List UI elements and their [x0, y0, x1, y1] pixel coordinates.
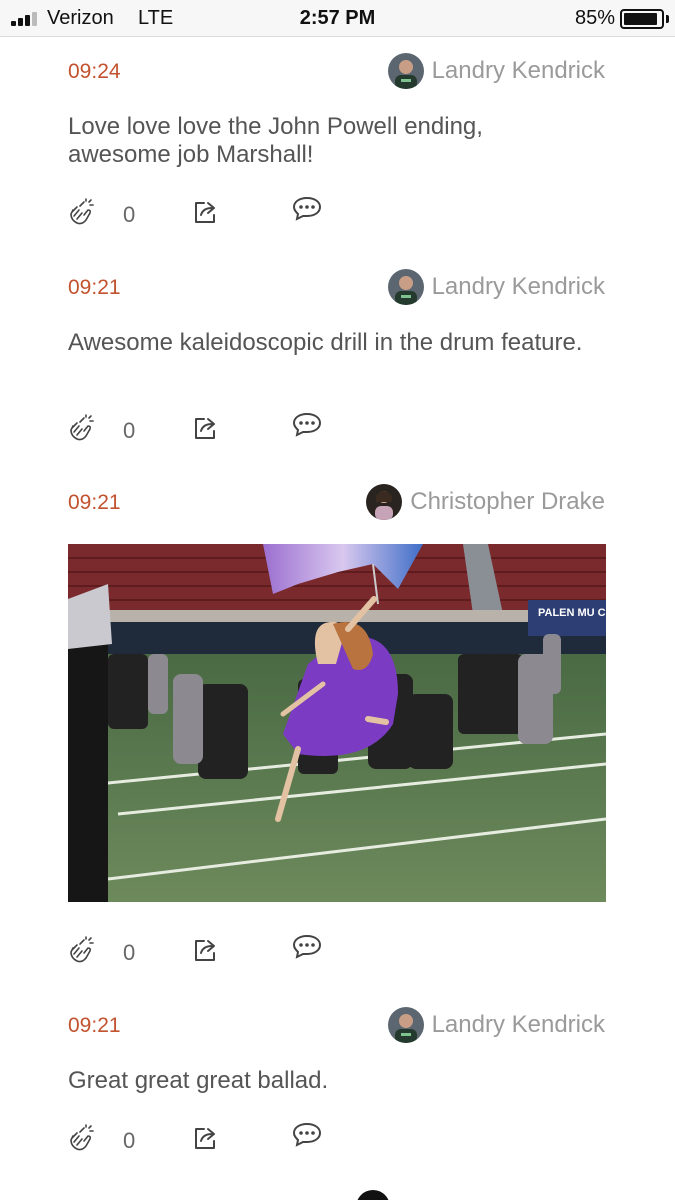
post-text: Great great great ballad. [68, 1067, 329, 1094]
stadium-sign: PALEN MU CENTER [538, 607, 606, 619]
clap-count: 0 [123, 418, 136, 443]
post-author[interactable]: Christopher Drake [366, 483, 605, 521]
clap-icon[interactable] [68, 414, 96, 442]
comment-icon[interactable] [292, 934, 322, 960]
post-timestamp[interactable]: 09:21 [68, 276, 121, 300]
post-text: Awesome kaleidoscopic drill in the drum … [68, 329, 583, 356]
post-timestamp[interactable]: 09:21 [68, 491, 121, 515]
comment-icon[interactable] [292, 412, 322, 438]
battery-cap [666, 15, 669, 23]
clap-count: 0 [123, 202, 136, 227]
post-actions: 0 [68, 1122, 368, 1154]
clap-count: 0 [123, 1128, 136, 1153]
post-actions: 0 [68, 412, 368, 444]
post-text: Love love love the John Powell ending, a… [68, 113, 483, 168]
avatar[interactable] [387, 1007, 424, 1043]
post-author[interactable]: Landry Kendrick [387, 52, 605, 90]
avatar[interactable] [387, 53, 424, 89]
share-icon[interactable] [192, 198, 220, 226]
author-name[interactable]: Landry Kendrick [432, 273, 605, 301]
post-photo[interactable]: PALEN MU CENTER [68, 544, 606, 902]
battery-percentage: 85% [574, 7, 615, 29]
post-timestamp[interactable]: 09:21 [68, 1014, 121, 1038]
status-time: 2:57 PM [299, 7, 376, 29]
author-name[interactable]: Christopher Drake [410, 488, 605, 516]
clap-icon[interactable] [68, 198, 96, 226]
author-name[interactable]: Landry Kendrick [432, 57, 605, 85]
avatar[interactable] [366, 484, 403, 520]
share-icon[interactable] [192, 936, 220, 964]
clap-icon[interactable] [68, 1124, 96, 1152]
share-icon[interactable] [192, 414, 220, 442]
post-author[interactable]: Landry Kendrick [387, 1006, 605, 1044]
post-actions: 0 [68, 196, 368, 228]
post-timestamp[interactable]: 09:24 [68, 60, 121, 84]
avatar[interactable] [387, 269, 424, 305]
comment-icon[interactable] [292, 196, 322, 222]
post-actions: 0 [68, 934, 368, 966]
status-bar: Verizon LTE 2:57 PM 85% [0, 0, 675, 37]
battery-icon [620, 9, 664, 29]
author-name[interactable]: Landry Kendrick [432, 1011, 605, 1039]
clap-icon[interactable] [68, 936, 96, 964]
post-author[interactable]: Landry Kendrick [387, 268, 605, 306]
clap-count: 0 [123, 940, 136, 965]
comment-icon[interactable] [292, 1122, 322, 1148]
floating-action-button[interactable] [356, 1190, 390, 1200]
share-icon[interactable] [192, 1124, 220, 1152]
